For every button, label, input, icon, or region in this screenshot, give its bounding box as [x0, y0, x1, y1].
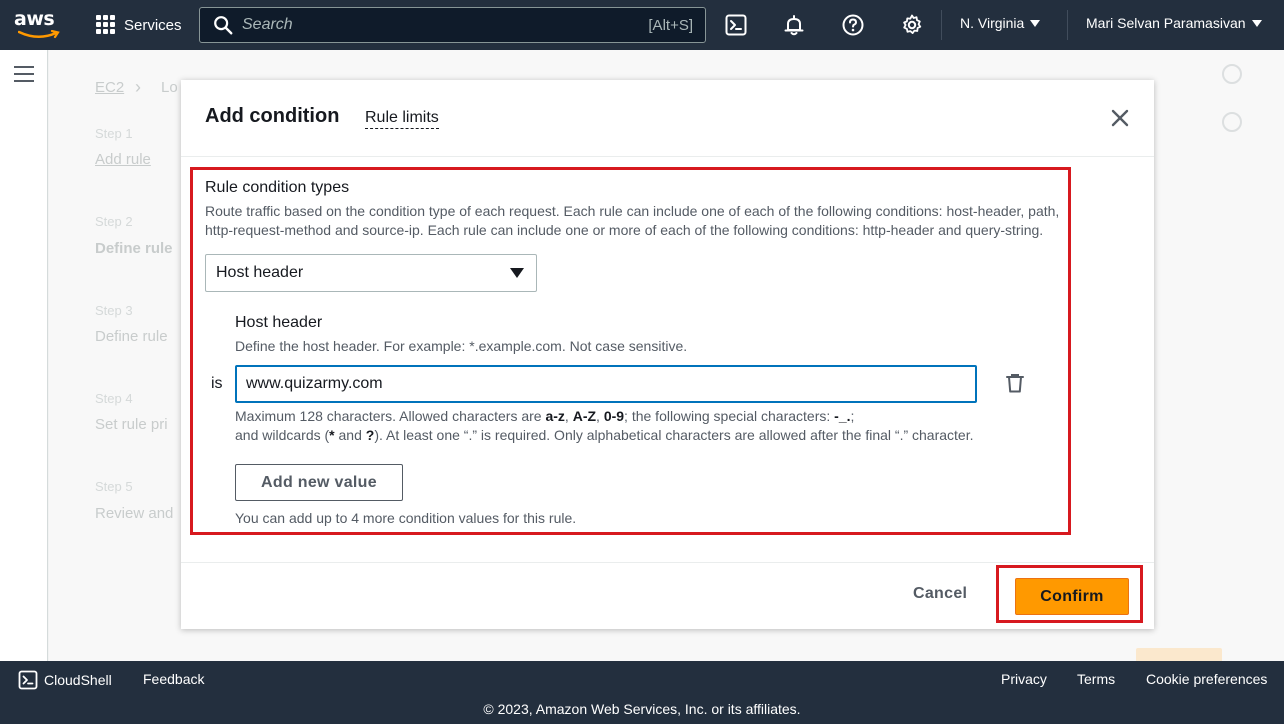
step-title: Define rule	[95, 328, 168, 345]
search-shortcut: [Alt+S]	[648, 16, 693, 34]
confirm-button[interactable]: Confirm	[1015, 578, 1129, 615]
info-icon	[1222, 64, 1242, 84]
region-label: N. Virginia	[960, 15, 1025, 31]
condition-type-value: Host header	[216, 264, 304, 281]
close-icon[interactable]	[1109, 107, 1131, 129]
nav-divider	[1067, 10, 1068, 40]
aws-logo-text: aws	[14, 8, 55, 30]
services-label: Services	[124, 16, 182, 34]
top-navigation-bar: aws Services [Alt+S] N.	[0, 0, 1284, 50]
cloudshell-icon[interactable]	[724, 13, 748, 37]
rule-condition-description-line1: Route traffic based on the condition typ…	[205, 203, 1060, 219]
cookie-preferences-link[interactable]: Cookie preferences	[1146, 671, 1267, 687]
host-header-constraint-line2: and wildcards (* and ?). At least one “.…	[235, 427, 974, 443]
host-header-constraint-line1: Maximum 128 characters. Allowed characte…	[235, 408, 855, 424]
trash-icon[interactable]	[1004, 372, 1026, 394]
breadcrumb-root: EC2	[95, 79, 125, 96]
bell-icon[interactable]	[782, 13, 806, 37]
condition-type-select[interactable]: Host header	[205, 254, 537, 292]
step-label: Step 1	[95, 126, 133, 141]
step-title: Review and	[95, 505, 174, 522]
nav-divider	[941, 10, 942, 40]
terms-link[interactable]: Terms	[1077, 671, 1115, 687]
grid-icon	[96, 15, 116, 35]
modal-header: Add condition Rule limits	[181, 80, 1154, 157]
region-selector[interactable]: N. Virginia	[960, 15, 1041, 31]
add-new-value-button[interactable]: Add new value	[235, 464, 403, 501]
cancel-button[interactable]: Cancel	[913, 585, 967, 603]
modal-footer: Cancel Confirm	[181, 562, 1154, 629]
search-icon	[214, 16, 233, 35]
step-title: Add rule	[95, 151, 151, 168]
settings-icon[interactable]	[900, 13, 924, 37]
operator-label: is	[211, 375, 223, 392]
search-bar[interactable]: [Alt+S]	[199, 7, 706, 43]
services-menu-button[interactable]: Services	[96, 12, 182, 38]
host-header-description: Define the host header. For example: *.e…	[235, 338, 688, 354]
hamburger-menu-icon[interactable]	[14, 66, 34, 82]
console-footer: CloudShell Feedback Privacy Terms Cookie…	[0, 661, 1284, 724]
breadcrumb-chevron-icon: ›	[135, 77, 141, 97]
cloudshell-icon	[18, 670, 38, 690]
rule-limits-link[interactable]: Rule limits	[365, 109, 439, 129]
rule-condition-description-line2: http-request-method and source-ip. Each …	[205, 222, 1044, 238]
left-rail	[0, 50, 48, 661]
host-header-input[interactable]	[235, 365, 977, 403]
copyright-text: © 2023, Amazon Web Services, Inc. or its…	[483, 701, 801, 717]
cloudshell-label: CloudShell	[44, 672, 112, 688]
step-label: Step 2	[95, 214, 133, 229]
step-label: Step 4	[95, 391, 133, 406]
breadcrumb-next: Lo	[161, 79, 178, 96]
feedback-link[interactable]: Feedback	[143, 671, 204, 687]
aws-smile-icon	[18, 30, 60, 39]
modal-title: Add condition	[205, 105, 340, 127]
caret-down-icon	[510, 268, 524, 278]
privacy-link[interactable]: Privacy	[1001, 671, 1047, 687]
host-header-label: Host header	[235, 314, 323, 331]
caret-down-icon	[1251, 19, 1262, 27]
cloudshell-button[interactable]: CloudShell	[18, 670, 112, 690]
rule-condition-types-label: Rule condition types	[205, 179, 350, 196]
status-icon	[1222, 112, 1242, 132]
step-title: Set rule pri	[95, 416, 168, 433]
account-menu[interactable]: Mari Selvan Paramasivan	[1086, 15, 1262, 31]
step-label: Step 3	[95, 303, 133, 318]
step-title: Define rule	[95, 240, 173, 257]
step-label: Step 5	[95, 479, 133, 494]
help-icon[interactable]	[841, 13, 865, 37]
add-condition-modal: Add condition Rule limits Rule condition…	[181, 80, 1154, 629]
user-name: Mari Selvan Paramasivan	[1086, 15, 1246, 31]
condition-limit-note: You can add up to 4 more condition value…	[235, 510, 577, 526]
caret-down-icon	[1030, 19, 1041, 27]
aws-logo[interactable]: aws	[14, 8, 66, 42]
search-input[interactable]	[234, 16, 649, 34]
